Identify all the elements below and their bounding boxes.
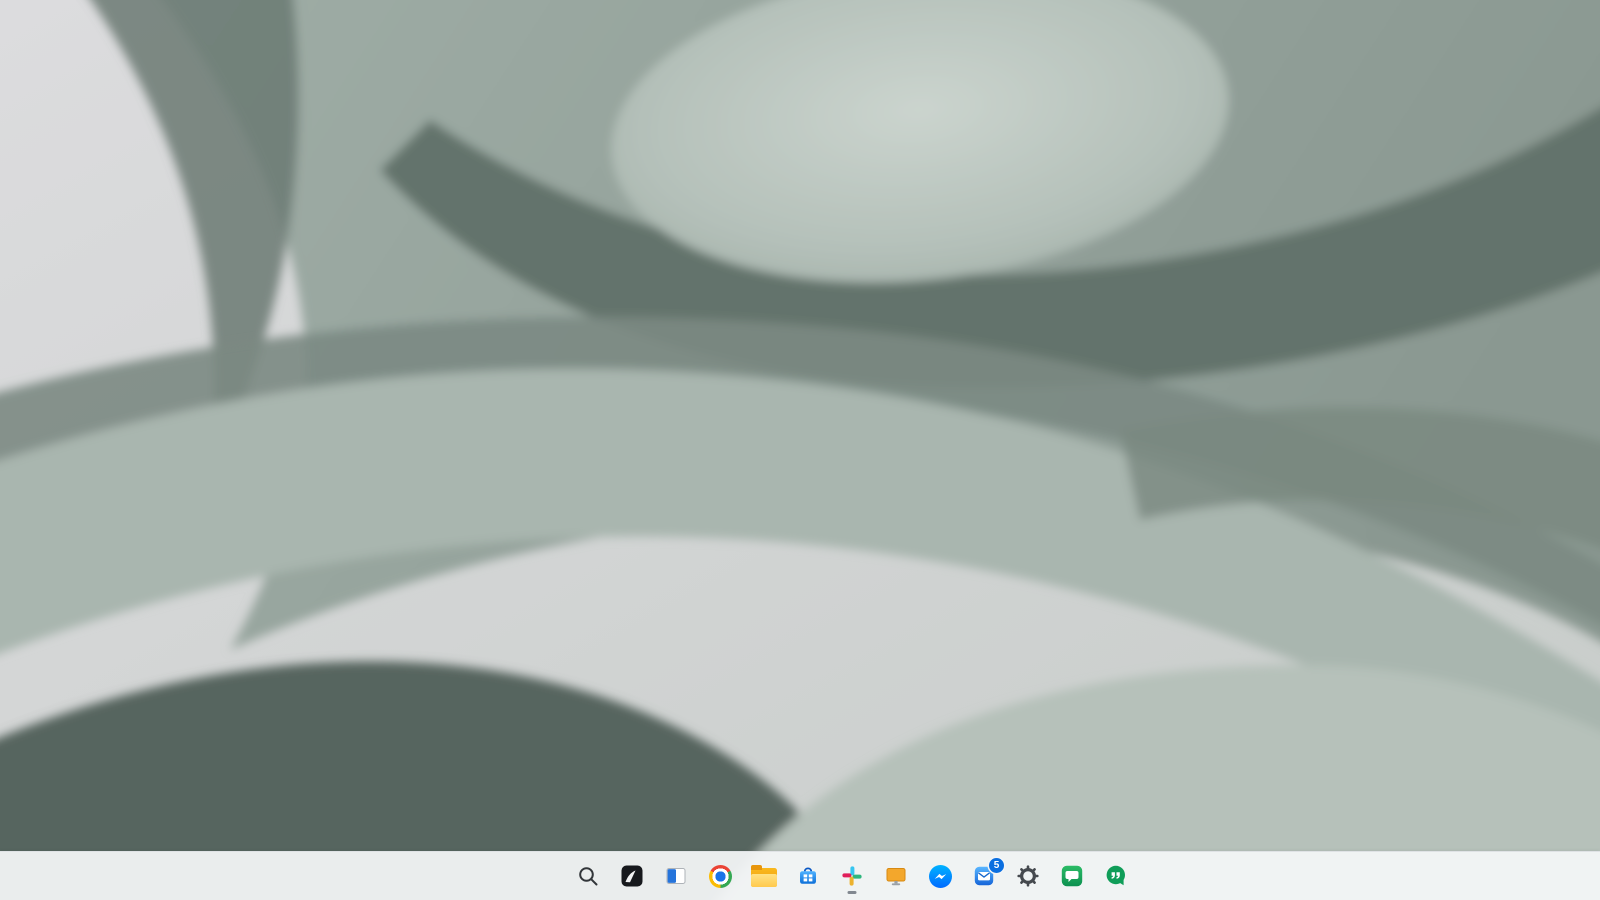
dark-app-button[interactable] xyxy=(612,856,652,896)
monitor-app-icon xyxy=(883,863,909,889)
start-button[interactable] xyxy=(524,856,564,896)
running-indicator xyxy=(848,891,857,894)
file-explorer-button[interactable] xyxy=(744,856,784,896)
microsoft-store-icon xyxy=(795,863,821,889)
monitor-app-button[interactable] xyxy=(876,856,916,896)
mail-button[interactable]: 5 xyxy=(964,856,1004,896)
microsoft-store-button[interactable] xyxy=(788,856,828,896)
wallpaper-image xyxy=(0,0,1600,900)
slack-button[interactable] xyxy=(832,856,872,896)
search-icon xyxy=(575,863,601,889)
settings-gear-icon xyxy=(1015,863,1041,889)
taskbar-icon-group: 5 xyxy=(524,852,1136,900)
green-chat-app-button[interactable] xyxy=(1052,856,1092,896)
split-window-app-button[interactable] xyxy=(656,856,696,896)
chrome-button[interactable] xyxy=(700,856,740,896)
dark-app-icon xyxy=(619,863,645,889)
hangouts-icon xyxy=(1103,863,1129,889)
messenger-button[interactable] xyxy=(920,856,960,896)
hangouts-button[interactable] xyxy=(1096,856,1136,896)
desktop[interactable]: 5 xyxy=(0,0,1600,900)
split-window-app-icon xyxy=(663,863,689,889)
taskbar: 5 xyxy=(0,851,1600,900)
notification-badge: 5 xyxy=(989,858,1004,873)
messenger-icon xyxy=(927,863,953,889)
windows-start-icon xyxy=(533,865,555,887)
search-button[interactable] xyxy=(568,856,608,896)
chrome-icon xyxy=(707,863,733,889)
green-chat-app-icon xyxy=(1059,863,1085,889)
slack-icon xyxy=(839,863,865,889)
file-explorer-icon xyxy=(751,863,777,889)
settings-button[interactable] xyxy=(1008,856,1048,896)
